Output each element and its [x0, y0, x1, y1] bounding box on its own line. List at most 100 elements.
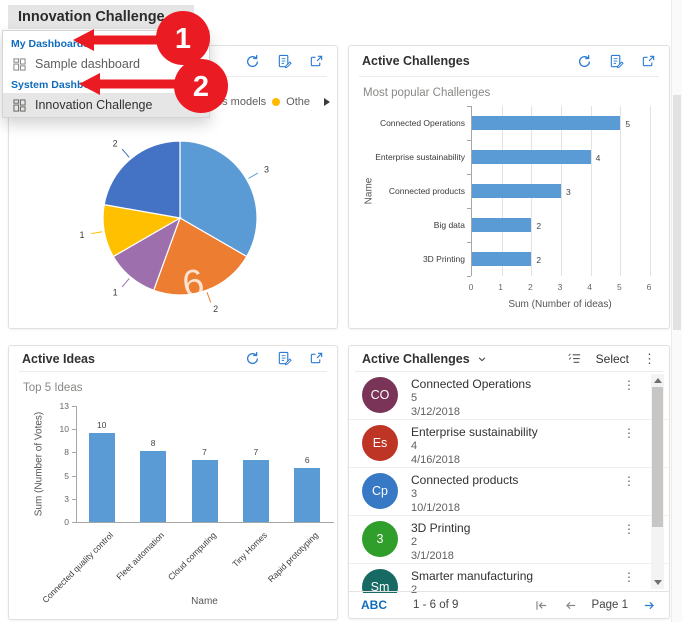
- gridline: [591, 106, 592, 276]
- row-more-options-icon[interactable]: ⋮: [623, 522, 635, 536]
- more-options-icon[interactable]: ⋮: [643, 351, 656, 367]
- bar[interactable]: [472, 116, 620, 130]
- pie-slice-label: 1: [79, 230, 84, 240]
- pie-callout-line: [91, 232, 102, 234]
- x-tick-label: 5: [617, 282, 622, 292]
- challenge-title: Connected products: [411, 473, 518, 487]
- y-axis-tick: [72, 476, 76, 477]
- y-axis-tick: [72, 452, 76, 453]
- category-label: Tiny Homes: [230, 530, 269, 569]
- list-item[interactable]: 33D Printing23/1/2018⋮: [349, 516, 669, 564]
- list-item[interactable]: SmSmarter manufacturing2⋮: [349, 564, 669, 593]
- challenge-title: Smarter manufacturing: [411, 569, 533, 583]
- category-label: Rapid prototyping: [266, 530, 320, 584]
- pie-slice-label: 3: [264, 165, 269, 175]
- panel-active-ideas: Active Ideas Top 5 Ideas 1310853010Conne…: [8, 345, 338, 620]
- abc-filter-button[interactable]: ABC: [361, 598, 387, 612]
- pie-chart: 321126: [9, 104, 338, 326]
- previous-page-icon[interactable]: [563, 598, 578, 613]
- dashboard-icon: [13, 99, 26, 112]
- chevron-down-icon: [173, 12, 184, 23]
- list-item[interactable]: COConnected Operations53/12/2018⋮: [349, 372, 669, 420]
- bar-value-label: 2: [536, 255, 541, 265]
- x-axis-title: Sum (Number of ideas): [508, 299, 611, 310]
- report-icon[interactable]: [277, 54, 292, 69]
- row-more-options-icon[interactable]: ⋮: [623, 474, 635, 488]
- bar[interactable]: [140, 451, 166, 522]
- list-item[interactable]: EsEnterprise sustainability44/16/2018⋮: [349, 420, 669, 468]
- bar[interactable]: [243, 460, 269, 522]
- pie-slice[interactable]: [104, 141, 180, 218]
- y-axis-tick: [72, 499, 76, 500]
- y-axis-tick: [467, 276, 471, 277]
- y-axis-tick: [72, 406, 76, 407]
- first-page-icon[interactable]: [534, 598, 549, 613]
- gridline: [650, 106, 651, 276]
- row-more-options-icon[interactable]: ⋮: [623, 378, 635, 392]
- select-button[interactable]: Select: [596, 352, 629, 366]
- gridline: [620, 106, 621, 276]
- avatar: Sm: [362, 569, 398, 593]
- panel-title: Active Challenges: [362, 352, 470, 366]
- challenge-count: 4: [411, 440, 417, 452]
- challenge-title: Enterprise sustainability: [411, 425, 538, 439]
- y-tick-label: 13: [39, 401, 69, 411]
- menu-group-system-dashboards[interactable]: System Dashboards: [3, 76, 209, 93]
- pie-callout-line: [207, 292, 211, 302]
- bar[interactable]: [472, 184, 561, 198]
- x-tick-label: 4: [587, 282, 592, 292]
- bar-value-label: 2: [536, 221, 541, 231]
- row-more-options-icon[interactable]: ⋮: [623, 426, 635, 440]
- bar[interactable]: [192, 460, 218, 522]
- pie-callout-line: [248, 173, 258, 179]
- filter-list-icon[interactable]: [567, 351, 582, 366]
- avatar: 3: [362, 521, 398, 557]
- row-more-options-icon[interactable]: ⋮: [623, 570, 635, 584]
- menu-item-innovation-challenge[interactable]: Innovation Challenge: [3, 93, 209, 117]
- avatar: Cp: [362, 473, 398, 509]
- dashboard-selector[interactable]: Innovation Challenge: [8, 5, 194, 29]
- bar[interactable]: [294, 468, 320, 522]
- list-scrollbar[interactable]: [651, 374, 664, 589]
- category-label: Connected Operations: [355, 118, 465, 128]
- bar[interactable]: [472, 150, 591, 164]
- category-label: Cloud computing: [165, 530, 217, 582]
- x-tick-label: 6: [647, 282, 652, 292]
- x-tick-label: 0: [469, 282, 474, 292]
- dashboard-page: { "selector": { "title": "Innovation Cha…: [0, 0, 682, 622]
- challenge-date: 4/16/2018: [411, 454, 460, 466]
- menu-item-sample-dashboard[interactable]: Sample dashboard: [3, 52, 209, 76]
- refresh-icon[interactable]: [245, 54, 260, 69]
- bar-value-label: 3: [566, 187, 571, 197]
- y-axis-tick: [467, 140, 471, 141]
- dashboard-icon: [13, 58, 26, 71]
- x-tick-label: 2: [528, 282, 533, 292]
- pie-callout-line: [122, 279, 129, 287]
- bar-value-label: 10: [97, 420, 106, 430]
- scroll-down-icon[interactable]: [654, 580, 662, 585]
- selected-dashboard-title: Innovation Challenge: [18, 9, 165, 25]
- popout-icon[interactable]: [309, 54, 324, 69]
- next-page-icon[interactable]: [642, 598, 657, 613]
- menu-item-label: Innovation Challenge: [35, 98, 152, 112]
- category-label: Big data: [355, 220, 465, 230]
- page-scrollbar[interactable]: [671, 0, 682, 622]
- scrollbar-thumb[interactable]: [652, 387, 663, 527]
- page-scrollbar-thumb[interactable]: [673, 95, 681, 330]
- bar[interactable]: [89, 433, 115, 522]
- bar-value-label: 8: [151, 438, 156, 448]
- menu-group-my-dashboards[interactable]: My Dashboards: [3, 35, 209, 52]
- scroll-up-icon[interactable]: [654, 378, 662, 383]
- menu-item-label: Sample dashboard: [35, 57, 140, 71]
- challenge-count: 5: [411, 392, 417, 404]
- y-axis-tick: [72, 429, 76, 430]
- challenge-list: COConnected Operations53/12/2018⋮EsEnter…: [349, 372, 669, 593]
- bar[interactable]: [472, 218, 531, 232]
- y-axis-title: Name: [364, 178, 375, 205]
- bar-value-label: 7: [254, 447, 259, 457]
- category-label: 3D Printing: [355, 254, 465, 264]
- bar[interactable]: [472, 252, 531, 266]
- challenge-date: 3/12/2018: [411, 406, 460, 418]
- list-item[interactable]: CpConnected products310/1/2018⋮: [349, 468, 669, 516]
- chevron-down-icon[interactable]: [477, 354, 487, 364]
